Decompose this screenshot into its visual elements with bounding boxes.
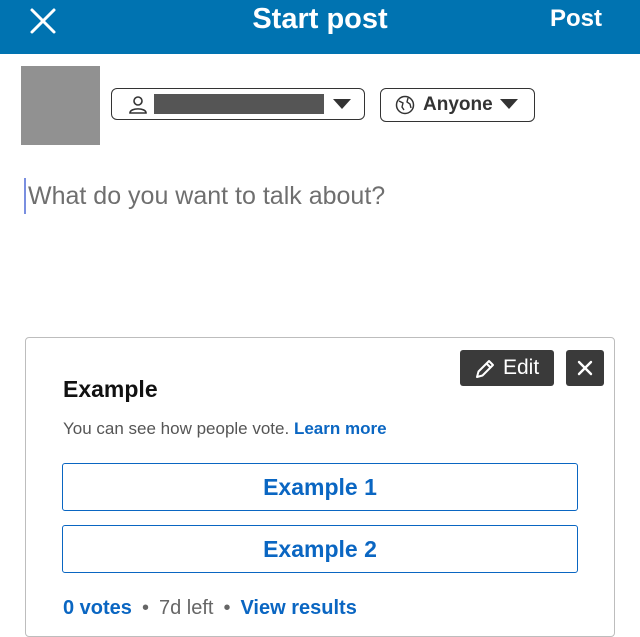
- poll-option[interactable]: Example 2: [62, 525, 578, 573]
- author-select[interactable]: [111, 88, 365, 120]
- avatar: [21, 66, 100, 145]
- close-icon: [30, 8, 56, 34]
- top-bar: Start post Post: [0, 0, 640, 54]
- poll-option[interactable]: Example 1: [62, 463, 578, 511]
- poll-card: Edit Example You can see how people vote…: [25, 337, 615, 637]
- votes-link[interactable]: 0 votes: [63, 597, 132, 619]
- visibility-label: Anyone: [423, 94, 493, 115]
- separator: •: [223, 597, 231, 619]
- text-cursor: [24, 178, 26, 214]
- learn-more-link[interactable]: Learn more: [294, 419, 387, 438]
- close-button[interactable]: [26, 4, 60, 38]
- chevron-down-icon: [333, 99, 351, 109]
- edit-poll-button[interactable]: Edit: [460, 350, 554, 386]
- poll-footer: 0 votes • 7d left • View results: [63, 596, 357, 620]
- poll-note: You can see how people vote. Learn more: [63, 418, 387, 440]
- visibility-select[interactable]: Anyone: [380, 88, 535, 122]
- poll-note-text: You can see how people vote.: [63, 419, 290, 438]
- post-text-input[interactable]: What do you want to talk about?: [28, 178, 385, 214]
- view-results-link[interactable]: View results: [240, 597, 356, 619]
- poll-question: Example: [63, 376, 158, 402]
- time-left: 7d left: [158, 597, 214, 619]
- chevron-down-icon: [500, 99, 518, 109]
- globe-icon: [395, 95, 415, 115]
- remove-poll-button[interactable]: [566, 350, 604, 386]
- edit-label: Edit: [503, 356, 540, 379]
- page-title: Start post: [252, 3, 388, 35]
- separator: •: [141, 597, 149, 619]
- author-name-redacted: [154, 94, 324, 114]
- person-icon: [129, 96, 147, 114]
- close-icon: [577, 360, 593, 376]
- pencil-icon: [476, 360, 494, 378]
- post-button[interactable]: Post: [550, 4, 602, 34]
